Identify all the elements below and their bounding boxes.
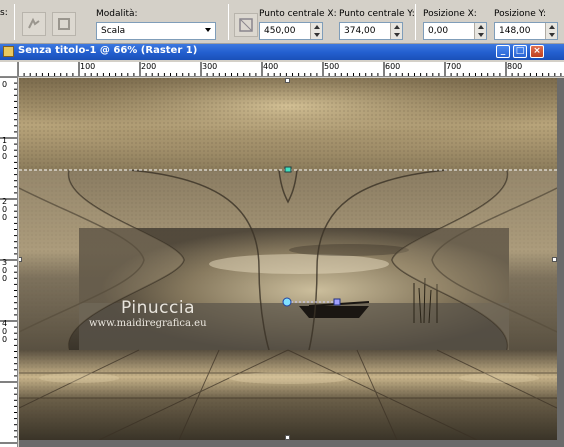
selection-handle[interactable] xyxy=(285,435,290,440)
mode-select[interactable]: Scala xyxy=(96,22,216,40)
ruler-label: 600 xyxy=(385,62,401,71)
ruler-label: 3 0 0 xyxy=(2,258,8,283)
center-y-input[interactable]: 374,00 xyxy=(339,22,403,40)
selection-handle[interactable] xyxy=(552,257,557,262)
window-title: Senza titolo-1 @ 66% (Raster 1) xyxy=(18,45,198,56)
spinner-buttons[interactable] xyxy=(545,23,557,39)
reset-icon[interactable] xyxy=(234,13,258,37)
rotate-icon[interactable] xyxy=(52,12,76,36)
pos-y-input[interactable]: 148,00 xyxy=(494,22,558,40)
toolbar: s: Modalità: Scala Punto centrale X: 450… xyxy=(0,0,564,44)
ruler-label: 300 xyxy=(202,62,218,71)
ruler-label: 4 0 0 xyxy=(2,319,8,344)
separator xyxy=(14,4,15,40)
image-canvas[interactable]: Pinuccia www.maidiregrafica.eu xyxy=(19,78,557,440)
ruler-label: 400 xyxy=(263,62,279,71)
minimize-button[interactable]: _ xyxy=(496,45,510,58)
maximize-button[interactable]: □ xyxy=(513,45,527,58)
partial-label: s: xyxy=(0,8,8,18)
ruler-label: 700 xyxy=(446,62,462,71)
selection-handle[interactable] xyxy=(285,78,290,83)
flip-icon[interactable] xyxy=(22,12,46,36)
spinner-buttons[interactable] xyxy=(474,23,486,39)
mode-value: Scala xyxy=(101,26,126,36)
pos-x-label: Posizione X: xyxy=(423,9,477,19)
document-window: Senza titolo-1 @ 66% (Raster 1) _ □ × 10… xyxy=(0,44,564,447)
watermark-name: Pinuccia xyxy=(121,298,195,318)
mode-label: Modalità: xyxy=(96,9,138,19)
pos-x-input[interactable]: 0,00 xyxy=(423,22,487,40)
center-y-label: Punto centrale Y: xyxy=(339,9,415,19)
center-x-label: Punto centrale X: xyxy=(259,9,337,19)
ruler-label: 2 0 0 xyxy=(2,197,8,222)
center-x-input[interactable]: 450,00 xyxy=(259,22,323,40)
ruler-label: 200 xyxy=(141,62,157,71)
selection-handle[interactable] xyxy=(19,257,22,262)
pos-x-value: 0,00 xyxy=(428,26,449,36)
document-icon xyxy=(3,46,14,57)
horizontal-ruler: 100 200 300 400 500 600 700 800 xyxy=(18,62,564,77)
window-titlebar[interactable]: Senza titolo-1 @ 66% (Raster 1) _ □ × xyxy=(0,44,564,60)
ruler-corner xyxy=(0,62,18,77)
ruler-label: 1 0 0 xyxy=(2,136,8,161)
center-x-value: 450,00 xyxy=(264,26,296,36)
pos-y-value: 148,00 xyxy=(499,26,531,36)
separator xyxy=(415,4,416,40)
ruler-label: 100 xyxy=(80,62,96,71)
close-button[interactable]: × xyxy=(530,45,544,58)
pos-y-label: Posizione Y: xyxy=(494,9,546,19)
center-y-value: 374,00 xyxy=(344,26,376,36)
separator xyxy=(228,4,229,40)
ruler-label: 800 xyxy=(507,62,523,71)
vertical-ruler: 0 1 0 0 2 0 0 3 0 0 4 0 0 xyxy=(0,77,18,447)
watermark-url: www.maidiregrafica.eu xyxy=(89,318,207,329)
ruler-label: 500 xyxy=(324,62,340,71)
spinner-buttons[interactable] xyxy=(390,23,402,39)
chevron-down-icon xyxy=(205,28,211,32)
spinner-buttons[interactable] xyxy=(310,23,322,39)
canvas-area[interactable]: Pinuccia www.maidiregrafica.eu xyxy=(19,78,564,447)
ruler-label: 0 xyxy=(2,80,8,89)
artwork xyxy=(19,78,557,440)
